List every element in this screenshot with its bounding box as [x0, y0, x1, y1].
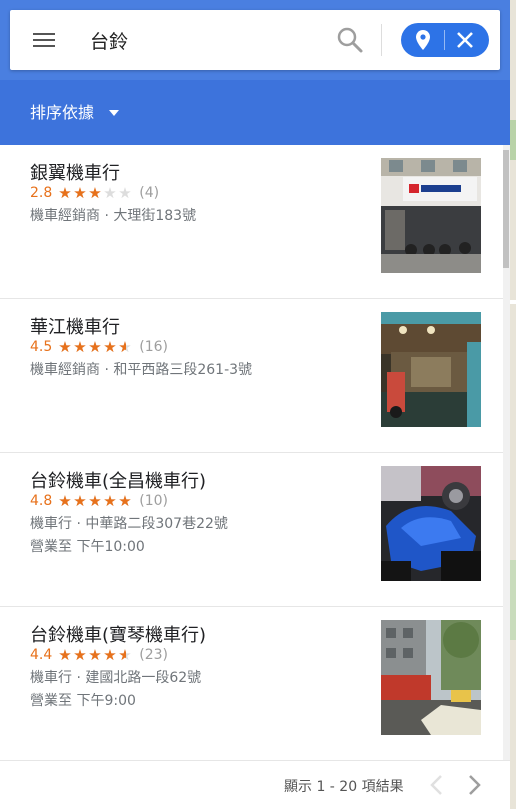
opening-hours: 營業至 下午9:00: [30, 693, 136, 709]
results-scrollbar-thumb[interactable]: [503, 150, 509, 268]
search-input[interactable]: 台鈴: [90, 27, 128, 54]
opening-hours: 營業至 下午10:00: [30, 539, 145, 555]
rating-stars: ★★★★★★★★★★: [58, 646, 133, 664]
menu-icon[interactable]: [30, 28, 58, 52]
category-address: 機車經銷商 · 和平西路三段261-3號: [30, 362, 253, 378]
star-icon: ★★: [73, 492, 87, 510]
result-name[interactable]: 台鈴機車(全昌機車行): [30, 467, 206, 493]
close-icon[interactable]: [453, 28, 477, 52]
review-count: (16): [139, 339, 169, 355]
pagination-footer: 顯示 1 - 20 項結果: [0, 760, 510, 810]
rating-line: 4.5 ★ ★ ★ ★ ★ ★ ★ ★ ★ ★ (16): [30, 337, 168, 357]
caret-down-icon: [109, 110, 119, 116]
star-icon: ★★: [73, 338, 87, 356]
star-icon: ★★: [118, 492, 132, 510]
rating-value: 4.4: [30, 647, 53, 663]
star-icon: ★★: [103, 646, 117, 664]
rating-stars: ★★★★★★★★★★: [58, 492, 133, 510]
result-photo[interactable]: [381, 466, 481, 581]
star-icon: ★★: [73, 646, 87, 664]
result-item[interactable]: 華江機車行 4.5 ★ ★ ★ ★ ★ ★ ★ ★ ★ ★ (16) 機車經銷商 · 和平西路三段…: [0, 299, 503, 453]
result-name[interactable]: 台鈴機車(寶琴機車行): [30, 621, 206, 647]
pagination-text: 顯示 1 - 20 項結果: [284, 779, 404, 795]
result-item[interactable]: 銀翼機車行 2.8 ★★★★★★★★★★ (4) 機車經銷商 · 大理街183號: [0, 145, 503, 299]
rating-line: 2.8 ★★★★★★★★★★ (4): [30, 183, 159, 203]
rating-stars: ★★★★★★★★★★: [58, 184, 133, 202]
location-pin-icon[interactable]: [411, 28, 435, 52]
category-address: 機車行 · 中華路二段307巷22號: [30, 516, 228, 532]
result-photo[interactable]: [381, 620, 481, 735]
star-icon: ★★: [118, 184, 132, 202]
star-icon: ★★: [103, 184, 117, 202]
star-icon: ★★: [88, 492, 102, 510]
result-name[interactable]: 華江機車行: [30, 313, 120, 339]
star-icon: ★★: [88, 184, 102, 202]
rating-line: 4.8 ★ ★ ★ ★ ★ ★ ★ ★ ★ ★ (10): [30, 491, 168, 511]
star-icon: ★★: [118, 338, 132, 356]
sort-button[interactable]: 排序依據: [30, 100, 119, 126]
rating-line: 4.4 ★ ★ ★ ★ ★ ★ ★ ★ ★ ★ (23): [30, 645, 168, 665]
chevron-left-icon[interactable]: [426, 773, 448, 797]
rating-value: 2.8: [30, 185, 53, 201]
star-icon: ★★: [103, 492, 117, 510]
star-icon: ★★: [88, 646, 102, 664]
review-count: (10): [139, 493, 169, 509]
pill-divider: [444, 30, 445, 50]
star-icon: ★★: [103, 338, 117, 356]
map-edge[interactable]: [510, 0, 516, 809]
star-icon: ★★: [58, 338, 72, 356]
search-box: 台鈴: [10, 10, 500, 70]
chevron-right-icon[interactable]: [463, 773, 485, 797]
result-item[interactable]: 台鈴機車(寶琴機車行) 4.4 ★ ★ ★ ★ ★ ★ ★ ★ ★ ★ (23) 機車行 · 建國…: [0, 607, 503, 761]
search-divider: [381, 24, 382, 56]
category-address: 機車經銷商 · 大理街183號: [30, 208, 197, 224]
rating-value: 4.8: [30, 493, 53, 509]
result-item[interactable]: 台鈴機車(全昌機車行) 4.8 ★ ★ ★ ★ ★ ★ ★ ★ ★ ★ (10) 機車行 · 中華…: [0, 453, 503, 607]
review-count: (23): [139, 647, 169, 663]
sort-label: 排序依據: [30, 103, 95, 122]
star-icon: ★★: [73, 184, 87, 202]
star-icon: ★★: [58, 646, 72, 664]
star-icon: ★★: [88, 338, 102, 356]
result-name[interactable]: 銀翼機車行: [30, 159, 120, 185]
star-icon: ★★: [58, 492, 72, 510]
result-photo[interactable]: [381, 158, 481, 273]
star-icon: ★★: [118, 646, 132, 664]
sort-bar: 排序依據: [0, 80, 510, 145]
rating-stars: ★★★★★★★★★★: [58, 338, 133, 356]
review-count: (4): [139, 185, 160, 201]
category-address: 機車行 · 建國北路一段62號: [30, 670, 202, 686]
star-icon: ★★: [58, 184, 72, 202]
top-bar: 台鈴: [0, 0, 510, 80]
location-pill: [401, 23, 489, 57]
rating-value: 4.5: [30, 339, 53, 355]
search-icon[interactable]: [334, 24, 366, 56]
result-photo[interactable]: [381, 312, 481, 427]
